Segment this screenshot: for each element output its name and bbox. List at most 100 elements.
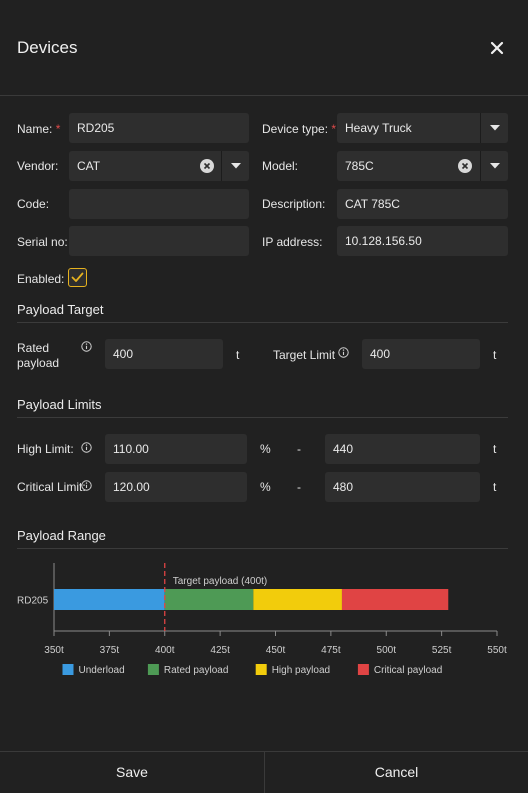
enabled-label: Enabled: [17, 272, 65, 286]
legend-swatch [62, 664, 74, 675]
save-button[interactable]: Save [0, 752, 264, 793]
info-icon [81, 480, 92, 491]
high-limit-percent-value: 110.00 [113, 442, 149, 456]
unit-label: t [493, 442, 497, 456]
code-label: Code: [17, 197, 50, 211]
critical-limit-percent-field[interactable]: 120.00 [105, 472, 247, 502]
legend-swatch [147, 664, 159, 675]
x-tick-label: 525t [432, 645, 452, 656]
rated-payload-field[interactable]: 400 [105, 339, 223, 369]
clear-icon[interactable] [200, 159, 214, 173]
bar-segment [54, 589, 165, 610]
ip-address-field[interactable]: 10.128.156.50 [337, 226, 508, 256]
device-type-select[interactable]: Heavy Truck [337, 113, 508, 143]
name-field[interactable]: RD205 [69, 113, 249, 143]
section-divider [17, 548, 508, 549]
legend-label: High payload [272, 665, 330, 676]
range-dash: - [297, 480, 301, 494]
clear-icon[interactable] [458, 159, 472, 173]
description-value: CAT 785C [345, 197, 400, 211]
required-mark: * [55, 122, 61, 136]
high-limit-label: High Limit: [17, 442, 74, 456]
rated-payload-label-line2: payload [17, 356, 60, 370]
bar-segment [341, 589, 449, 610]
chevron-down-icon [490, 163, 500, 169]
serial-no-field[interactable] [69, 226, 249, 256]
serial-no-label: Serial no: [17, 235, 68, 249]
description-field[interactable]: CAT 785C [337, 189, 508, 219]
chevron-down-icon [490, 125, 500, 131]
name-value: RD205 [77, 121, 115, 135]
high-limit-percent-field[interactable]: 110.00 [105, 434, 247, 464]
ip-address-label: IP address: [262, 235, 323, 249]
legend-label: Rated payload [164, 665, 229, 676]
percent-unit: % [260, 442, 271, 456]
enabled-checkbox[interactable] [68, 268, 87, 287]
ip-address-value: 10.128.156.50 [345, 234, 422, 248]
description-label: Description: [262, 197, 326, 211]
high-limit-tonnes-value: 440 [333, 442, 354, 456]
range-dash: - [297, 442, 301, 456]
cancel-button[interactable]: Cancel [265, 752, 528, 793]
dialog-header: Devices [0, 0, 528, 96]
payload-target-title: Payload Target [17, 302, 104, 317]
payload-range-title: Payload Range [17, 528, 106, 543]
target-line-label: Target payload (400t) [173, 576, 268, 587]
close-button[interactable] [486, 37, 508, 59]
vendor-dropdown-button[interactable] [221, 151, 249, 181]
x-tick-label: 350t [44, 645, 64, 656]
close-icon [490, 41, 504, 55]
x-tick-label: 375t [100, 645, 120, 656]
rated-payload-value: 400 [113, 347, 134, 361]
x-tick-label: 500t [377, 645, 397, 656]
code-field[interactable] [69, 189, 249, 219]
device-type-value: Heavy Truck [345, 121, 412, 135]
x-tick-label: 425t [210, 645, 230, 656]
required-mark: * [331, 122, 337, 136]
name-label: Name: * [17, 122, 61, 136]
x-tick-label: 475t [321, 645, 341, 656]
model-value: 785C [345, 159, 374, 173]
dialog-title: Devices [17, 38, 78, 57]
percent-unit: % [260, 480, 271, 494]
model-dropdown-button[interactable] [480, 151, 508, 181]
critical-limit-tonnes-value: 480 [333, 480, 354, 494]
legend-swatch [255, 664, 267, 675]
section-divider [17, 322, 508, 323]
legend-label: Underload [79, 665, 125, 676]
x-tick-label: 550t [487, 645, 507, 656]
legend-swatch [357, 664, 369, 675]
device-type-label: Device type: * [262, 122, 337, 136]
model-select[interactable]: 785C [337, 151, 508, 181]
unit-label: t [493, 480, 497, 494]
vendor-value: CAT [77, 159, 101, 173]
target-limit-label: Target Limit [273, 348, 336, 362]
x-tick-label: 450t [266, 645, 286, 656]
payload-range-chart: RD205 350t 375t 400t 425t 450t 475t 500t 525t 550… [17, 563, 507, 676]
target-limit-field[interactable]: 400 [362, 339, 480, 369]
unit-label: t [493, 348, 497, 362]
critical-limit-tonnes-field[interactable]: 480 [325, 472, 480, 502]
chevron-down-icon [231, 163, 241, 169]
unit-label: t [236, 348, 240, 362]
payload-limits-title: Payload Limits [17, 397, 102, 412]
dialog-footer: Save Cancel [0, 751, 528, 793]
x-tick-label: 400t [155, 645, 175, 656]
target-limit-value: 400 [370, 347, 391, 361]
info-icon [81, 341, 92, 352]
info-icon [81, 442, 92, 453]
bar-segment [164, 589, 254, 610]
info-icon [338, 347, 349, 358]
checkmark-icon [71, 272, 84, 282]
vendor-label: Vendor: [17, 159, 59, 173]
vendor-select[interactable]: CAT [69, 151, 249, 181]
device-type-dropdown-button[interactable] [480, 113, 508, 143]
model-label: Model: [262, 159, 299, 173]
critical-limit-label: Critical Limit: [17, 480, 86, 494]
critical-limit-percent-value: 120.00 [113, 480, 150, 494]
high-limit-tonnes-field[interactable]: 440 [325, 434, 480, 464]
bar-segment [253, 589, 342, 610]
legend-label: Critical payload [374, 665, 442, 676]
section-divider [17, 417, 508, 418]
rated-payload-label: Rated [17, 341, 50, 355]
